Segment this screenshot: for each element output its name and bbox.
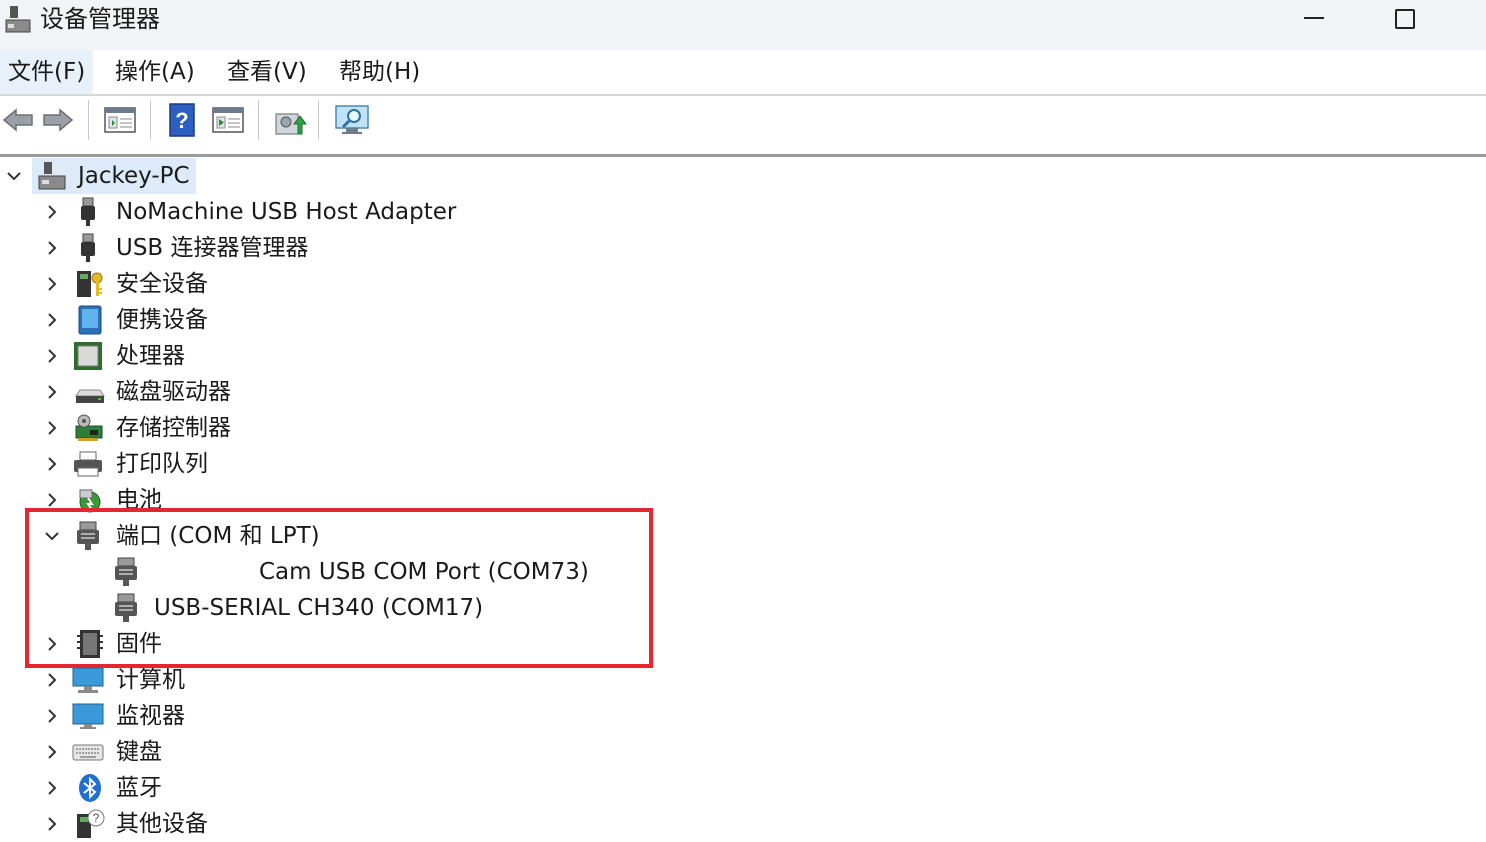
bluetooth-icon (79, 774, 101, 802)
processor-icon (74, 342, 102, 370)
menu-view[interactable]: 查看(V) (219, 50, 315, 94)
tree-item-label: 键盘 (116, 739, 162, 765)
menu-file[interactable]: 文件(F) (0, 50, 94, 94)
chevron-right-icon[interactable] (42, 490, 62, 510)
toolbar-separator (258, 100, 259, 140)
chevron-right-icon[interactable] (42, 382, 62, 402)
tree-item[interactable]: 存储控制器 (0, 410, 1486, 446)
chevron-right-icon[interactable] (42, 454, 62, 474)
chevron-right-icon[interactable] (42, 418, 62, 438)
tree-item[interactable]: 计算机 (0, 662, 1486, 698)
run-icon[interactable] (210, 102, 246, 138)
tree-item[interactable]: 打印队列 (0, 446, 1486, 482)
svg-text:?: ? (93, 811, 100, 825)
chevron-right-icon[interactable] (42, 778, 62, 798)
tree-root[interactable]: Jackey-PC (0, 158, 1486, 194)
tree-child-item[interactable]: Cam USB COM Port (COM73) (0, 554, 1486, 590)
firmware-icon (77, 630, 103, 658)
toolbar-separator (88, 100, 89, 140)
chevron-right-icon[interactable] (42, 706, 62, 726)
port-icon (77, 521, 99, 550)
chevron-right-icon[interactable] (42, 238, 62, 258)
usb-icon (81, 197, 95, 226)
tree-item[interactable]: 便携设备 (0, 302, 1486, 338)
tree-child-item[interactable]: USB-SERIAL CH340 (COM17) (0, 590, 1486, 626)
tree-item[interactable]: USB 连接器管理器 (0, 230, 1486, 266)
battery-icon (79, 489, 101, 513)
chevron-right-icon[interactable] (42, 274, 62, 294)
port-icon (115, 557, 137, 586)
menu-help[interactable]: 帮助(H) (331, 50, 428, 94)
tree-item-label: NoMachine USB Host Adapter (116, 199, 457, 225)
tree-item-label: USB 连接器管理器 (116, 235, 309, 261)
tree-item-label: 计算机 (116, 667, 185, 693)
tree-item-label: 打印队列 (116, 451, 208, 477)
tree-item-label: 固件 (116, 631, 162, 657)
toolbar-separator (318, 100, 319, 140)
disk-drive-icon (75, 389, 105, 403)
other-device-icon: ? (77, 809, 105, 838)
svg-text:?: ? (175, 108, 188, 133)
keyboard-icon (72, 744, 104, 761)
chevron-right-icon[interactable] (42, 814, 62, 834)
help-icon[interactable]: ? (164, 102, 200, 138)
tree-item[interactable]: 安全设备 (0, 266, 1486, 302)
toolbar-separator (150, 100, 151, 140)
tree-item[interactable]: 键盘 (0, 734, 1486, 770)
tree-item-label: 磁盘驱动器 (116, 379, 231, 405)
monitor-icon (72, 703, 104, 729)
tree-item[interactable]: 固件 (0, 626, 1486, 662)
maximize-button[interactable] (1382, 0, 1428, 38)
menu-action[interactable]: 操作(A) (107, 50, 203, 94)
port-icon (115, 593, 137, 622)
tree-item[interactable]: NoMachine USB Host Adapter (0, 194, 1486, 230)
device-manager-icon (5, 6, 31, 33)
computer-tree-icon (38, 162, 66, 190)
tree-root-label: Jackey-PC (78, 163, 190, 189)
printer-icon (74, 451, 102, 477)
tree-item-ports[interactable]: 端口 (COM 和 LPT) (0, 518, 1486, 554)
tree-item-label: 端口 (COM 和 LPT) (116, 523, 320, 549)
tree-item-label: 处理器 (116, 343, 185, 369)
tree-item-label: 监视器 (116, 703, 185, 729)
chevron-right-icon[interactable] (42, 346, 62, 366)
chevron-down-icon[interactable] (4, 166, 24, 186)
tree-child-label: USB-SERIAL CH340 (COM17) (154, 595, 484, 621)
usb-icon (81, 233, 95, 262)
properties-icon[interactable] (102, 102, 138, 138)
chevron-right-icon[interactable] (42, 310, 62, 330)
back-arrow-icon[interactable] (0, 102, 36, 138)
tree-item[interactable]: 磁盘驱动器 (0, 374, 1486, 410)
tree-item-label: 存储控制器 (116, 415, 231, 441)
menu-bar: 文件(F) 操作(A) 查看(V) 帮助(H) (0, 50, 1486, 96)
security-device-icon (77, 271, 103, 297)
tree-item-label: 便携设备 (116, 307, 208, 333)
device-tree: Jackey-PC NoMachine USB Host Adapter USB… (0, 157, 1486, 842)
update-driver-icon[interactable] (272, 102, 308, 138)
tree-item-label: 电池 (116, 487, 162, 513)
computer-icon (72, 667, 104, 693)
chevron-right-icon[interactable] (42, 742, 62, 762)
tree-item-label: 安全设备 (116, 271, 208, 297)
tree-item[interactable]: 处理器 (0, 338, 1486, 374)
portable-device-icon (78, 305, 102, 335)
tree-item[interactable]: 监视器 (0, 698, 1486, 734)
storage-controller-icon (75, 414, 103, 441)
chevron-right-icon[interactable] (42, 634, 62, 654)
tree-item[interactable]: ? 其他设备 (0, 806, 1486, 842)
tree-child-label: Cam USB COM Port (COM73) (259, 559, 589, 585)
chevron-down-icon[interactable] (42, 526, 62, 546)
minimize-button[interactable] (1292, 0, 1338, 38)
forward-arrow-icon[interactable] (40, 102, 76, 138)
tree-item-label: 其他设备 (116, 811, 208, 837)
tree-item[interactable]: 电池 (0, 482, 1486, 518)
scan-hardware-icon[interactable] (334, 102, 370, 138)
chevron-right-icon[interactable] (42, 670, 62, 690)
window-title: 设备管理器 (40, 5, 160, 33)
chevron-right-icon[interactable] (42, 202, 62, 222)
tree-item[interactable]: 蓝牙 (0, 770, 1486, 806)
title-bar: 设备管理器 (0, 0, 1486, 50)
toolbar: ? (0, 96, 1486, 146)
tree-item-label: 蓝牙 (116, 775, 162, 801)
